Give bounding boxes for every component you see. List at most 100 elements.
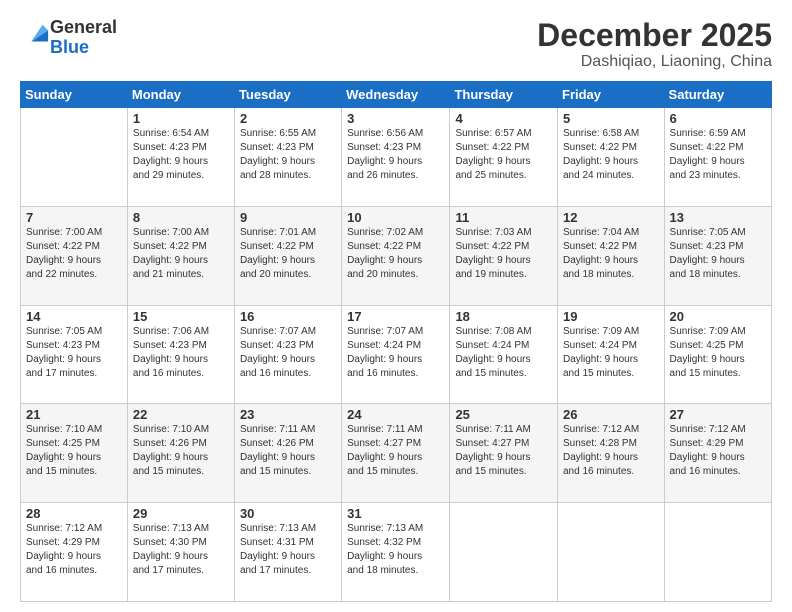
day-info: Sunrise: 7:01 AM Sunset: 4:22 PM Dayligh… <box>240 226 336 282</box>
day-info: Sunrise: 7:12 AM Sunset: 4:28 PM Dayligh… <box>563 423 659 479</box>
day-info: Sunrise: 7:04 AM Sunset: 4:22 PM Dayligh… <box>563 226 659 282</box>
day-number: 9 <box>240 210 336 225</box>
day-number: 15 <box>133 309 229 324</box>
day-number: 26 <box>563 407 659 422</box>
day-number: 10 <box>347 210 444 225</box>
calendar-cell: 1Sunrise: 6:54 AM Sunset: 4:23 PM Daylig… <box>127 108 234 207</box>
day-info: Sunrise: 7:00 AM Sunset: 4:22 PM Dayligh… <box>26 226 122 282</box>
logo-general-text: General <box>50 17 117 37</box>
day-number: 14 <box>26 309 122 324</box>
calendar-cell: 18Sunrise: 7:08 AM Sunset: 4:24 PM Dayli… <box>450 305 558 404</box>
calendar-cell: 14Sunrise: 7:05 AM Sunset: 4:23 PM Dayli… <box>21 305 128 404</box>
day-info: Sunrise: 7:00 AM Sunset: 4:22 PM Dayligh… <box>133 226 229 282</box>
day-info: Sunrise: 6:57 AM Sunset: 4:22 PM Dayligh… <box>455 127 552 183</box>
calendar-cell: 31Sunrise: 7:13 AM Sunset: 4:32 PM Dayli… <box>342 503 450 602</box>
calendar-cell: 8Sunrise: 7:00 AM Sunset: 4:22 PM Daylig… <box>127 206 234 305</box>
calendar-week-2: 7Sunrise: 7:00 AM Sunset: 4:22 PM Daylig… <box>21 206 772 305</box>
day-info: Sunrise: 7:11 AM Sunset: 4:26 PM Dayligh… <box>240 423 336 479</box>
calendar-week-3: 14Sunrise: 7:05 AM Sunset: 4:23 PM Dayli… <box>21 305 772 404</box>
day-number: 22 <box>133 407 229 422</box>
page: General Blue December 2025 Dashiqiao, Li… <box>0 0 792 612</box>
calendar-cell: 7Sunrise: 7:00 AM Sunset: 4:22 PM Daylig… <box>21 206 128 305</box>
day-info: Sunrise: 6:54 AM Sunset: 4:23 PM Dayligh… <box>133 127 229 183</box>
header: General Blue December 2025 Dashiqiao, Li… <box>20 18 772 71</box>
day-number: 20 <box>670 309 766 324</box>
day-number: 1 <box>133 111 229 126</box>
day-info: Sunrise: 7:07 AM Sunset: 4:24 PM Dayligh… <box>347 325 444 381</box>
calendar-cell: 16Sunrise: 7:07 AM Sunset: 4:23 PM Dayli… <box>234 305 341 404</box>
calendar-dow-friday: Friday <box>558 82 665 108</box>
day-number: 31 <box>347 506 444 521</box>
calendar-cell: 25Sunrise: 7:11 AM Sunset: 4:27 PM Dayli… <box>450 404 558 503</box>
calendar-cell: 29Sunrise: 7:13 AM Sunset: 4:30 PM Dayli… <box>127 503 234 602</box>
day-number: 7 <box>26 210 122 225</box>
calendar-cell: 13Sunrise: 7:05 AM Sunset: 4:23 PM Dayli… <box>664 206 771 305</box>
logo: General Blue <box>20 18 117 58</box>
title-block: December 2025 Dashiqiao, Liaoning, China <box>537 18 772 71</box>
calendar-subtitle: Dashiqiao, Liaoning, China <box>537 53 772 71</box>
calendar-cell: 19Sunrise: 7:09 AM Sunset: 4:24 PM Dayli… <box>558 305 665 404</box>
day-info: Sunrise: 6:55 AM Sunset: 4:23 PM Dayligh… <box>240 127 336 183</box>
calendar-dow-wednesday: Wednesday <box>342 82 450 108</box>
calendar-cell: 28Sunrise: 7:12 AM Sunset: 4:29 PM Dayli… <box>21 503 128 602</box>
calendar-dow-saturday: Saturday <box>664 82 771 108</box>
calendar-cell <box>558 503 665 602</box>
calendar-week-1: 1Sunrise: 6:54 AM Sunset: 4:23 PM Daylig… <box>21 108 772 207</box>
calendar-cell: 4Sunrise: 6:57 AM Sunset: 4:22 PM Daylig… <box>450 108 558 207</box>
calendar-dow-monday: Monday <box>127 82 234 108</box>
day-info: Sunrise: 7:09 AM Sunset: 4:24 PM Dayligh… <box>563 325 659 381</box>
day-number: 12 <box>563 210 659 225</box>
day-number: 2 <box>240 111 336 126</box>
calendar-cell: 11Sunrise: 7:03 AM Sunset: 4:22 PM Dayli… <box>450 206 558 305</box>
day-number: 11 <box>455 210 552 225</box>
day-number: 16 <box>240 309 336 324</box>
day-number: 18 <box>455 309 552 324</box>
calendar-week-4: 21Sunrise: 7:10 AM Sunset: 4:25 PM Dayli… <box>21 404 772 503</box>
calendar-cell: 23Sunrise: 7:11 AM Sunset: 4:26 PM Dayli… <box>234 404 341 503</box>
day-number: 24 <box>347 407 444 422</box>
calendar-header-row: SundayMondayTuesdayWednesdayThursdayFrid… <box>21 82 772 108</box>
day-info: Sunrise: 7:12 AM Sunset: 4:29 PM Dayligh… <box>670 423 766 479</box>
day-number: 8 <box>133 210 229 225</box>
calendar-cell: 6Sunrise: 6:59 AM Sunset: 4:22 PM Daylig… <box>664 108 771 207</box>
calendar-week-5: 28Sunrise: 7:12 AM Sunset: 4:29 PM Dayli… <box>21 503 772 602</box>
day-number: 23 <box>240 407 336 422</box>
calendar-cell: 12Sunrise: 7:04 AM Sunset: 4:22 PM Dayli… <box>558 206 665 305</box>
day-info: Sunrise: 7:09 AM Sunset: 4:25 PM Dayligh… <box>670 325 766 381</box>
day-info: Sunrise: 7:05 AM Sunset: 4:23 PM Dayligh… <box>670 226 766 282</box>
day-info: Sunrise: 6:59 AM Sunset: 4:22 PM Dayligh… <box>670 127 766 183</box>
day-number: 19 <box>563 309 659 324</box>
calendar-cell: 3Sunrise: 6:56 AM Sunset: 4:23 PM Daylig… <box>342 108 450 207</box>
logo-blue-text: Blue <box>50 37 89 57</box>
day-info: Sunrise: 7:12 AM Sunset: 4:29 PM Dayligh… <box>26 522 122 578</box>
day-number: 4 <box>455 111 552 126</box>
day-info: Sunrise: 7:13 AM Sunset: 4:32 PM Dayligh… <box>347 522 444 578</box>
day-number: 21 <box>26 407 122 422</box>
calendar-cell: 27Sunrise: 7:12 AM Sunset: 4:29 PM Dayli… <box>664 404 771 503</box>
calendar-cell <box>21 108 128 207</box>
calendar-cell: 2Sunrise: 6:55 AM Sunset: 4:23 PM Daylig… <box>234 108 341 207</box>
day-info: Sunrise: 7:08 AM Sunset: 4:24 PM Dayligh… <box>455 325 552 381</box>
calendar-cell: 10Sunrise: 7:02 AM Sunset: 4:22 PM Dayli… <box>342 206 450 305</box>
day-number: 6 <box>670 111 766 126</box>
calendar-cell: 15Sunrise: 7:06 AM Sunset: 4:23 PM Dayli… <box>127 305 234 404</box>
logo-icon <box>22 21 50 49</box>
calendar-dow-sunday: Sunday <box>21 82 128 108</box>
calendar-dow-thursday: Thursday <box>450 82 558 108</box>
calendar-cell <box>664 503 771 602</box>
calendar-cell <box>450 503 558 602</box>
calendar-cell: 20Sunrise: 7:09 AM Sunset: 4:25 PM Dayli… <box>664 305 771 404</box>
calendar-cell: 17Sunrise: 7:07 AM Sunset: 4:24 PM Dayli… <box>342 305 450 404</box>
day-info: Sunrise: 7:06 AM Sunset: 4:23 PM Dayligh… <box>133 325 229 381</box>
calendar-cell: 24Sunrise: 7:11 AM Sunset: 4:27 PM Dayli… <box>342 404 450 503</box>
day-number: 3 <box>347 111 444 126</box>
day-number: 29 <box>133 506 229 521</box>
day-info: Sunrise: 7:13 AM Sunset: 4:31 PM Dayligh… <box>240 522 336 578</box>
day-number: 5 <box>563 111 659 126</box>
calendar-title: December 2025 <box>537 18 772 53</box>
day-info: Sunrise: 7:10 AM Sunset: 4:25 PM Dayligh… <box>26 423 122 479</box>
day-number: 13 <box>670 210 766 225</box>
day-number: 28 <box>26 506 122 521</box>
day-info: Sunrise: 7:13 AM Sunset: 4:30 PM Dayligh… <box>133 522 229 578</box>
day-number: 25 <box>455 407 552 422</box>
